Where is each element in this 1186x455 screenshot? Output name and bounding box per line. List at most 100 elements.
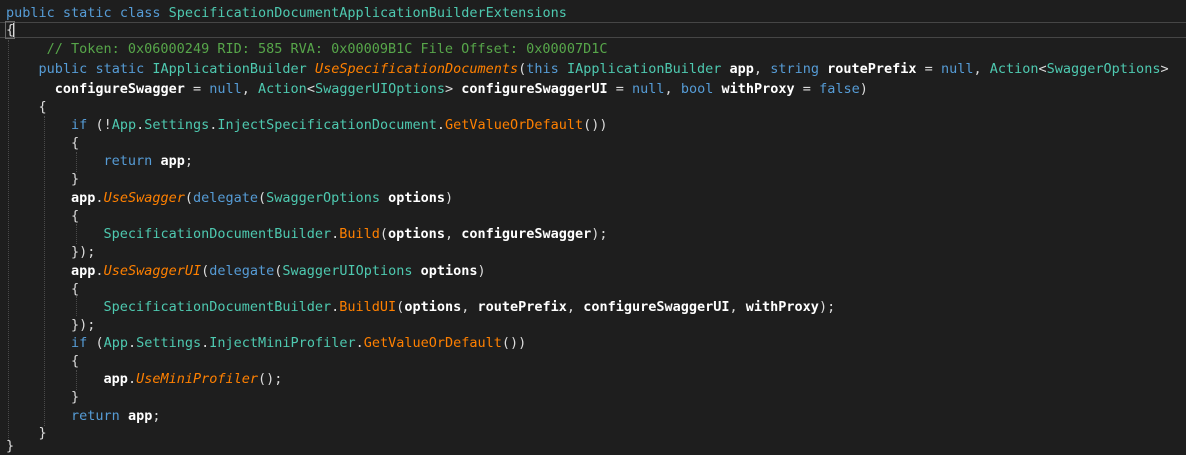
punctuation: . — [127, 335, 137, 351]
parameter: withProxy — [721, 81, 795, 97]
code-line-22[interactable]: } — [6, 388, 79, 406]
code-line-7[interactable]: if (!App.Settings.InjectSpecificationDoc… — [6, 116, 608, 134]
brace: { — [38, 99, 47, 115]
brace: } — [71, 171, 80, 187]
property-name: Settings — [144, 117, 210, 133]
code-line-11[interactable]: app.UseSwagger(delegate(SwaggerOptions o… — [6, 189, 453, 207]
type-name: SpecificationDocumentBuilder — [103, 226, 332, 242]
punctuation: ; — [152, 408, 161, 424]
variable: withProxy — [745, 299, 819, 315]
keyword: class — [119, 5, 161, 21]
keyword: static — [62, 5, 112, 21]
type-name: Action — [989, 61, 1039, 77]
punctuation: ) — [445, 190, 454, 206]
code-line-8[interactable]: { — [6, 134, 79, 152]
code-line-25[interactable]: } — [6, 437, 14, 455]
punctuation: , — [753, 61, 763, 77]
keyword: bool — [680, 81, 714, 97]
variable: app — [71, 263, 96, 279]
code-line-9[interactable]: return app; — [6, 152, 193, 170]
brace: } — [71, 389, 80, 405]
code-line-5[interactable]: configureSwagger = null, Action<SwaggerU… — [6, 80, 868, 98]
brace: { — [71, 353, 80, 369]
code-line-12[interactable]: { — [6, 207, 79, 225]
parameter: options — [388, 190, 445, 206]
keyword: if — [71, 335, 88, 351]
text-caret — [13, 23, 14, 37]
punctuation: ( — [184, 190, 193, 206]
keyword: delegate — [209, 263, 275, 279]
comment: // Token: 0x06000249 RID: 585 RVA: 0x000… — [46, 41, 608, 57]
keyword: null — [632, 81, 665, 97]
code-line-20[interactable]: { — [6, 352, 79, 370]
parameter: configureSwagger — [54, 81, 185, 97]
method-name: Build — [339, 226, 380, 242]
punctuation: . — [436, 117, 445, 133]
code-line-16[interactable]: { — [6, 280, 79, 298]
code-line-13[interactable]: SpecificationDocumentBuilder.Build(optio… — [6, 225, 608, 243]
punctuation: ); — [818, 299, 836, 315]
keyword: null — [940, 61, 974, 77]
punctuation: ( — [379, 226, 389, 242]
method-name: GetValueOrDefault — [445, 117, 584, 133]
punctuation: < — [306, 81, 315, 97]
code-line-14[interactable]: }); — [6, 243, 95, 261]
code-line-10[interactable]: } — [6, 170, 79, 188]
punctuation: = — [924, 61, 933, 77]
parameter: app — [729, 61, 754, 77]
keyword: false — [819, 81, 860, 97]
parameter: options — [420, 263, 478, 279]
code-line-6[interactable]: { — [6, 98, 47, 116]
method-name: BuildUI — [339, 299, 397, 315]
type-name: IApplicationBuilder — [152, 61, 307, 77]
punctuation: . — [127, 371, 137, 387]
code-line-21[interactable]: app.UseMiniProfiler(); — [6, 370, 283, 388]
type-name: SwaggerOptions — [266, 190, 380, 206]
variable: app — [103, 371, 128, 387]
code-line-18[interactable]: }); — [6, 316, 95, 334]
punctuation: < — [1038, 61, 1047, 77]
parameter: configureSwaggerUI — [461, 81, 608, 97]
code-line-1[interactable]: public static class SpecificationDocumen… — [6, 4, 567, 22]
punctuation: , — [973, 61, 982, 77]
punctuation: ; — [184, 153, 193, 169]
code-line-4[interactable]: public static IApplicationBuilder UseSpe… — [6, 60, 1169, 78]
punctuation: , — [444, 226, 454, 242]
code-line-3[interactable]: // Token: 0x06000249 RID: 585 RVA: 0x000… — [6, 40, 608, 58]
property-name: InjectSpecificationDocument — [217, 117, 437, 133]
brace: { — [71, 135, 80, 151]
variable: configureSwagger — [461, 226, 592, 242]
method-name: UseSwagger — [103, 190, 185, 206]
punctuation: = — [615, 81, 624, 97]
brace: { — [71, 281, 80, 297]
brace: { — [71, 208, 80, 224]
parameter: routePrefix — [827, 61, 917, 77]
code-line-19[interactable]: if (App.Settings.InjectMiniProfiler.GetV… — [6, 334, 526, 352]
variable: app — [127, 408, 153, 424]
punctuation: , — [461, 299, 470, 315]
code-line-17[interactable]: SpecificationDocumentBuilder.BuildUI(opt… — [6, 298, 836, 316]
method-name: UseSwaggerUI — [103, 263, 202, 279]
code-line-23[interactable]: return app; — [6, 407, 160, 425]
variable: options — [404, 299, 462, 315]
type-name: SwaggerUIOptions — [282, 263, 413, 279]
code-line-15[interactable]: app.UseSwaggerUI(delegate(SwaggerUIOptio… — [6, 262, 486, 280]
variable: app — [160, 153, 185, 169]
variable: routePrefix — [477, 299, 567, 315]
punctuation: , — [729, 299, 738, 315]
type-name: Action — [258, 81, 307, 97]
punctuation: (); — [258, 371, 283, 387]
punctuation: . — [95, 190, 104, 206]
punctuation: ( — [95, 335, 104, 351]
punctuation: ()) — [501, 335, 527, 351]
keyword: this — [526, 61, 559, 77]
current-line-highlight — [0, 22, 1186, 38]
type-name: SwaggerOptions — [1046, 61, 1161, 77]
punctuation: > — [445, 81, 454, 97]
punctuation: . — [136, 117, 145, 133]
code-editor[interactable]: public static class SpecificationDocumen… — [0, 0, 1186, 454]
variable: app — [71, 190, 96, 206]
type-name: SwaggerUIOptions — [314, 81, 446, 97]
type-name: App — [111, 117, 137, 133]
keyword: public — [6, 5, 55, 21]
